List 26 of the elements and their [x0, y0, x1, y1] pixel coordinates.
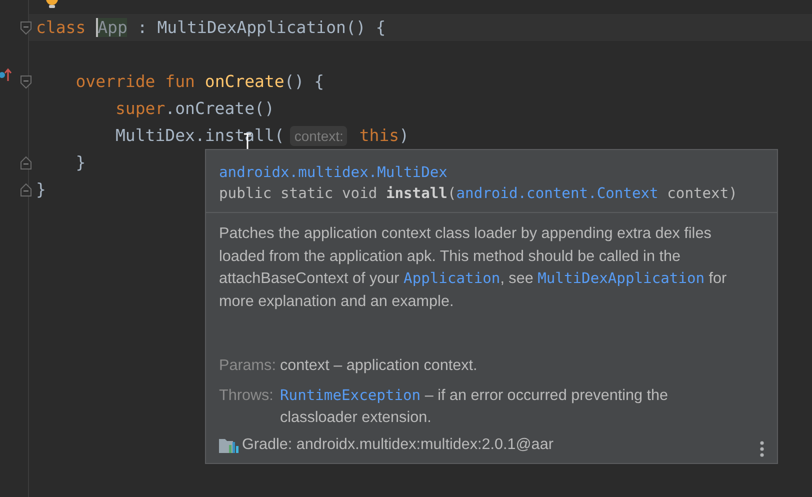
doc-description: Patches the application context class loader by appending extra dex files loaded from the application apk. This method should be called in the attachBaseContext of your Application, see MultiDexApplication for more explanation and an example. [218, 224, 728, 312]
lightbulb-icon[interactable] [44, 0, 60, 10]
code-line: MultiDex.install( context: this) [114, 124, 409, 148]
package-name: androidx.multidex.MultiDex [219, 163, 448, 183]
code-line: super.onCreate() [114, 98, 274, 120]
code-line: } [74, 152, 86, 174]
library-icon [219, 437, 239, 453]
section-label: Params: [219, 356, 277, 376]
section-label: Throws: [219, 386, 274, 406]
code-line: class App : MultiDexApplication() { [36, 17, 386, 39]
section-text: context – application context. [280, 356, 478, 376]
fold-icon[interactable] [20, 182, 32, 196]
type-link[interactable]: android.content.Context [456, 185, 658, 202]
override-icon[interactable] [0, 68, 12, 82]
method-signature: public static void install(android.content.Context context) [219, 184, 738, 204]
doc-link[interactable]: RuntimeException [280, 387, 421, 404]
library-source: Gradle: androidx.multidex:multidex:2.0.1@aar [242, 436, 554, 454]
code-line: } [36, 179, 46, 201]
fold-icon[interactable] [20, 74, 32, 88]
fold-icon[interactable] [20, 156, 32, 170]
doc-link[interactable]: Application [404, 270, 500, 287]
doc-link[interactable]: MultiDexApplication [538, 270, 705, 287]
code-line: override fun onCreate() { [74, 71, 324, 93]
more-options-icon[interactable] [760, 441, 764, 457]
fold-icon[interactable] [20, 20, 32, 34]
section-text: RuntimeException – if an error occurred preventing the classloader extension. [280, 386, 670, 428]
